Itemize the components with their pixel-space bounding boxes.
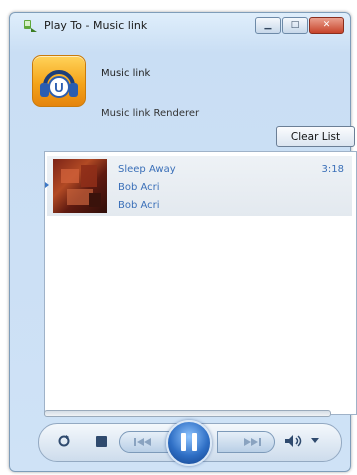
album-art	[53, 159, 107, 213]
pause-icon-bar	[192, 433, 197, 451]
device-icon: U	[32, 55, 86, 107]
track-album-artist: Bob Acri	[118, 200, 160, 211]
device-subtitle: Music link Renderer	[101, 108, 200, 119]
volume-icon[interactable]	[283, 433, 305, 449]
now-playing-marker-icon	[45, 182, 49, 188]
previous-icon	[134, 438, 151, 446]
close-icon: ✕	[322, 20, 331, 30]
close-button[interactable]: ✕	[309, 17, 344, 34]
pause-button[interactable]	[166, 420, 212, 466]
dropdown-caret-icon[interactable]	[311, 438, 319, 444]
minimize-button[interactable]: ▁	[255, 17, 281, 34]
stop-icon[interactable]	[96, 436, 107, 447]
repeat-icon[interactable]	[57, 434, 71, 448]
track-duration: 3:18	[321, 164, 344, 175]
track-title: Sleep Away	[118, 164, 176, 175]
svg-text:U: U	[54, 80, 63, 95]
title-bar[interactable]: Play To - Music link ▁ □ ✕	[10, 13, 350, 39]
next-button[interactable]	[217, 431, 275, 453]
track-artist: Bob Acri	[118, 182, 160, 193]
player-controls	[38, 420, 342, 466]
window-controls: ▁ □ ✕	[255, 17, 344, 34]
device-name: Music link	[101, 68, 151, 79]
play-to-app-icon	[24, 20, 37, 32]
play-to-window: Play To - Music link ▁ □ ✕ U Music link …	[9, 12, 357, 472]
seek-bar[interactable]	[44, 410, 331, 417]
headphones-u-icon: U	[40, 70, 78, 98]
playlist-panel: Sleep Away Bob Acri Bob Acri 3:18	[44, 151, 357, 415]
window-title: Play To - Music link	[44, 19, 148, 32]
next-icon	[244, 438, 261, 446]
maximize-button[interactable]: □	[282, 17, 308, 34]
pause-icon	[181, 433, 186, 451]
list-item[interactable]: Sleep Away Bob Acri Bob Acri 3:18	[45, 156, 352, 216]
minimize-icon: ▁	[264, 20, 272, 30]
clear-list-button[interactable]: Clear List	[276, 126, 355, 147]
album-art-image	[61, 165, 101, 207]
maximize-icon: □	[290, 20, 300, 30]
